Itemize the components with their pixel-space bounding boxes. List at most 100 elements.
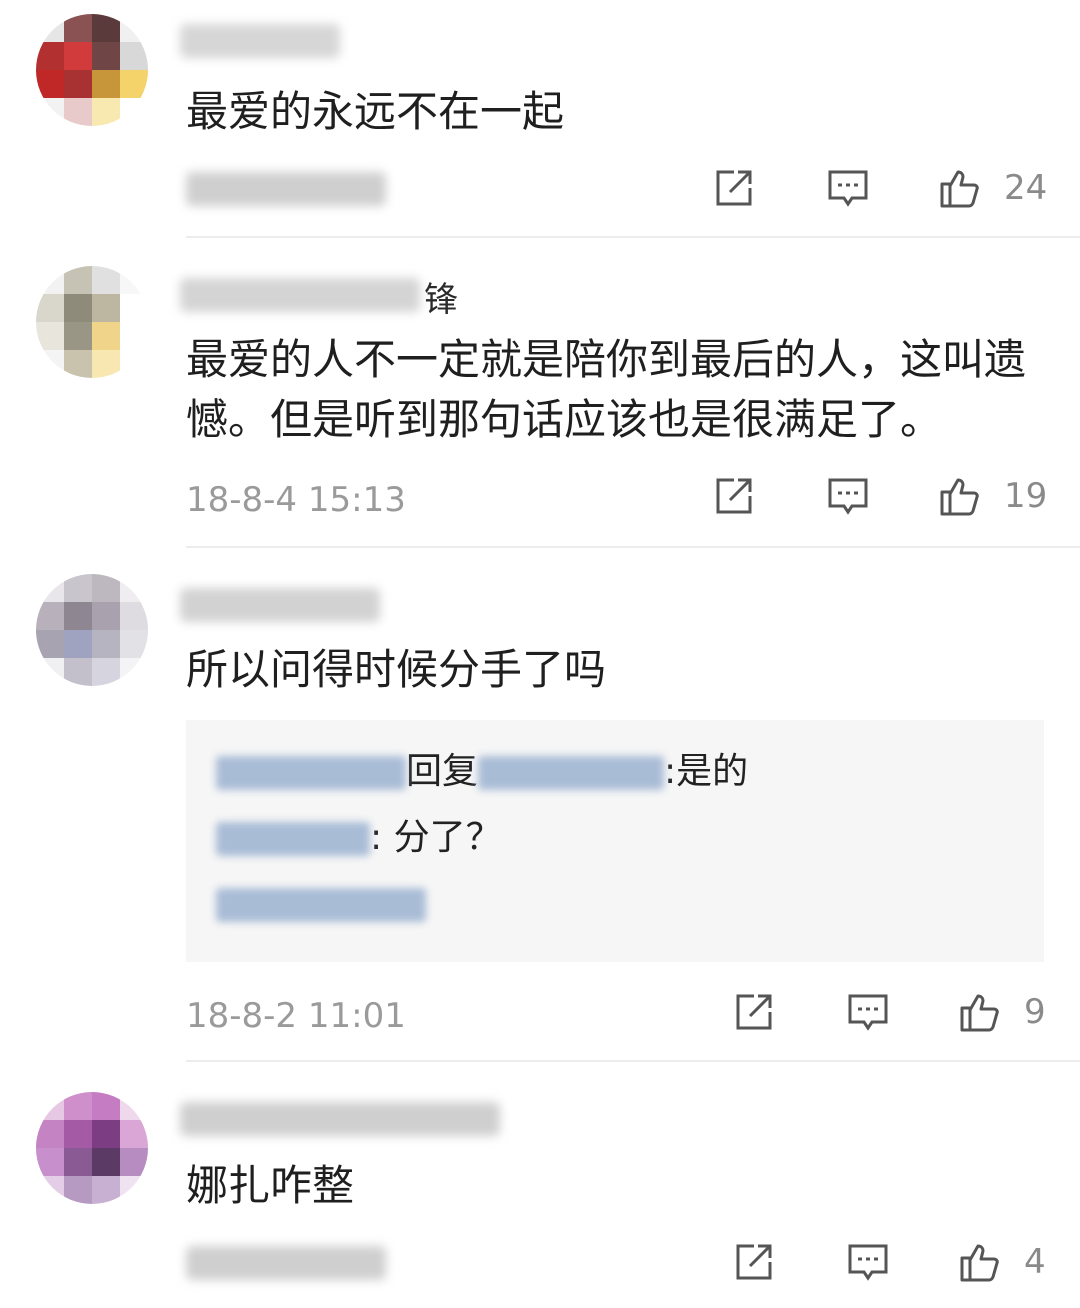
avatar-mosaic-tile (64, 1148, 92, 1176)
avatar[interactable] (36, 14, 148, 126)
avatar-mosaic-tile (36, 630, 64, 658)
avatar-mosaic-tile (92, 1120, 120, 1148)
avatar-mosaic-tile (92, 658, 120, 686)
comment-icon[interactable] (846, 990, 890, 1034)
comment-icon[interactable] (826, 166, 870, 210)
avatar-mosaic-tile (36, 98, 64, 126)
avatar-mosaic-tile (120, 322, 148, 350)
comment-item: 娜扎咋整 4 (0, 1062, 1080, 1308)
avatar-mosaic-tile (120, 1148, 148, 1176)
reply-user-blurred[interactable] (216, 822, 370, 856)
avatar-mosaic-tile (120, 1120, 148, 1148)
like-icon[interactable] (958, 990, 1002, 1034)
avatar-mosaic-tile (120, 266, 148, 294)
avatar-mosaic-tile (92, 266, 120, 294)
comment-text: 最爱的永远不在一起 (186, 87, 565, 136)
avatar-mosaic-tile (120, 350, 148, 378)
share-icon[interactable] (732, 990, 776, 1034)
share-icon[interactable] (712, 474, 756, 518)
like-count: 19 (1004, 476, 1048, 516)
timestamp-blurred (186, 1246, 386, 1280)
username-blurred[interactable] (180, 1102, 500, 1136)
avatar-mosaic-tile (92, 602, 120, 630)
avatar-mosaic-tile (36, 70, 64, 98)
avatar-mosaic-tile (92, 1148, 120, 1176)
avatar-mosaic-tile (36, 658, 64, 686)
avatar-mosaic-tile (36, 322, 64, 350)
comment-meta-row: 24 (186, 166, 1048, 216)
avatar-mosaic-tile (92, 1092, 120, 1120)
avatar-mosaic-tile (64, 70, 92, 98)
comment-text: 最爱的人不一定就是陪你到最后的人，这叫遗憾。但是听到那句话应该也是很满足了。 (186, 335, 1027, 444)
avatar-mosaic-tile (64, 322, 92, 350)
avatar-mosaic-tile (120, 658, 148, 686)
comment-icon[interactable] (846, 1240, 890, 1284)
avatar-mosaic-tile (120, 98, 148, 126)
timestamp: 18-8-4 15:13 (186, 480, 406, 520)
username-blurred[interactable] (180, 24, 340, 58)
more-replies-link[interactable] (216, 880, 426, 928)
like-icon[interactable] (938, 166, 982, 210)
like-count: 24 (1004, 168, 1048, 208)
reply-text: : 分了？ (370, 817, 502, 858)
reply-target-blurred[interactable] (478, 756, 665, 790)
comment-text: 所以问得时候分手了吗 (186, 645, 607, 694)
comment-text: 娜扎咋整 (186, 1161, 355, 1210)
like-icon[interactable] (958, 1240, 1002, 1284)
avatar-mosaic-tile (120, 42, 148, 70)
avatar-mosaic-tile (36, 1120, 64, 1148)
avatar-mosaic-tile (36, 294, 64, 322)
avatar-mosaic-tile (92, 42, 120, 70)
avatar-mosaic-tile (64, 98, 92, 126)
username-suffix[interactable]: 锋 (424, 272, 458, 321)
share-icon[interactable] (732, 1240, 776, 1284)
avatar-mosaic-tile (120, 1092, 148, 1120)
avatar-mosaic-tile (64, 658, 92, 686)
share-icon[interactable] (712, 166, 756, 210)
avatar-mosaic-tile (120, 630, 148, 658)
reply-line[interactable]: 回复 :是的 (216, 748, 748, 796)
avatar-mosaic-tile (36, 574, 64, 602)
avatar-mosaic-tile (92, 574, 120, 602)
comment-icon[interactable] (826, 474, 870, 518)
avatar-mosaic-tile (92, 630, 120, 658)
avatar[interactable] (36, 1092, 148, 1204)
avatar-mosaic-tile (120, 14, 148, 42)
reply-preview-box[interactable]: 回复 :是的 : 分了？ (186, 720, 1044, 962)
avatar-mosaic-tile (120, 602, 148, 630)
avatar-mosaic-tile (64, 1120, 92, 1148)
avatar-mosaic-tile (36, 1176, 64, 1204)
avatar-mosaic-tile (64, 1092, 92, 1120)
avatar-mosaic-tile (64, 294, 92, 322)
like-icon[interactable] (938, 474, 982, 518)
comment-item: 最爱的永远不在一起 24 (0, 0, 1080, 238)
avatar-mosaic-tile (36, 350, 64, 378)
reply-line[interactable]: : 分了？ (216, 814, 502, 862)
avatar-mosaic-tile (36, 42, 64, 70)
avatar-mosaic-tile (64, 350, 92, 378)
like-count: 4 (1024, 1242, 1046, 1282)
avatar-mosaic-tile (92, 294, 120, 322)
avatar-mosaic-tile (64, 14, 92, 42)
avatar-mosaic-tile (92, 350, 120, 378)
avatar[interactable] (36, 574, 148, 686)
avatar-mosaic-tile (64, 630, 92, 658)
avatar-mosaic-tile (36, 14, 64, 42)
avatar-mosaic-tile (92, 322, 120, 350)
comment-meta-row: 18-8-2 11:01 9 (186, 990, 1046, 1040)
avatar-mosaic-tile (36, 1092, 64, 1120)
reply-text: :是的 (664, 751, 749, 792)
more-replies-blurred[interactable] (216, 888, 426, 922)
avatar-mosaic-tile (36, 602, 64, 630)
avatar-mosaic-tile (64, 574, 92, 602)
avatar-mosaic-tile (64, 1176, 92, 1204)
reply-user-blurred[interactable] (216, 756, 406, 790)
username-blurred[interactable] (180, 588, 380, 622)
avatar[interactable] (36, 266, 148, 378)
reply-connector: 回复 (406, 751, 479, 792)
avatar-mosaic-tile (120, 70, 148, 98)
avatar-mosaic-tile (92, 98, 120, 126)
username-blurred[interactable] (180, 278, 420, 312)
avatar-mosaic-tile (120, 294, 148, 322)
comment-item: 所以问得时候分手了吗 回复 :是的 : 分了？ 18-8-2 11:01 9 (0, 548, 1080, 1062)
